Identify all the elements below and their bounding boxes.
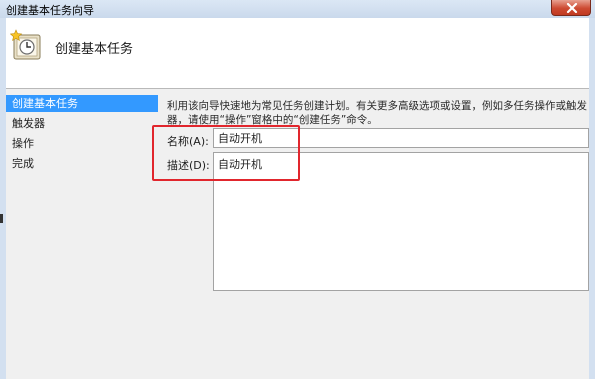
description-label: 描述(D): [167, 159, 210, 172]
page-title: 创建基本任务 [55, 42, 134, 57]
wizard-steps-nav: 创建基本任务 触发器 操作 完成 [6, 95, 158, 175]
window-frame-right [589, 18, 595, 379]
intro-line-1: 利用该向导快速地为常见任务创建计划。有关更多高级选项或设置，例如多任务操作或触发 [167, 100, 587, 112]
wizard-intro-text: 利用该向导快速地为常见任务创建计划。有关更多高级选项或设置，例如多任务操作或触发… [167, 99, 587, 127]
nav-step-create-basic-task[interactable]: 创建基本任务 [6, 95, 158, 112]
description-field[interactable]: 自动开机 [213, 152, 589, 291]
nav-step-finish[interactable]: 完成 [6, 155, 158, 175]
nav-step-trigger[interactable]: 触发器 [6, 115, 158, 135]
wizard-header: 创建基本任务 [6, 18, 589, 89]
edge-marker [0, 214, 3, 223]
task-scheduler-clock-icon [9, 28, 46, 65]
title-bar[interactable]: 创建基本任务向导 [0, 0, 595, 18]
name-field[interactable] [213, 128, 589, 148]
name-label: 名称(A): [167, 135, 209, 148]
close-icon [566, 3, 578, 13]
wizard-client-area: 创建基本任务 创建基本任务 触发器 操作 完成 利用该向导快速地为常见任务创建计… [6, 18, 589, 379]
window-title: 创建基本任务向导 [6, 4, 94, 17]
nav-step-action[interactable]: 操作 [6, 135, 158, 155]
close-button[interactable] [551, 0, 591, 16]
intro-line-2: 器，请使用“操作”窗格中的“创建任务”命令。 [167, 114, 378, 126]
